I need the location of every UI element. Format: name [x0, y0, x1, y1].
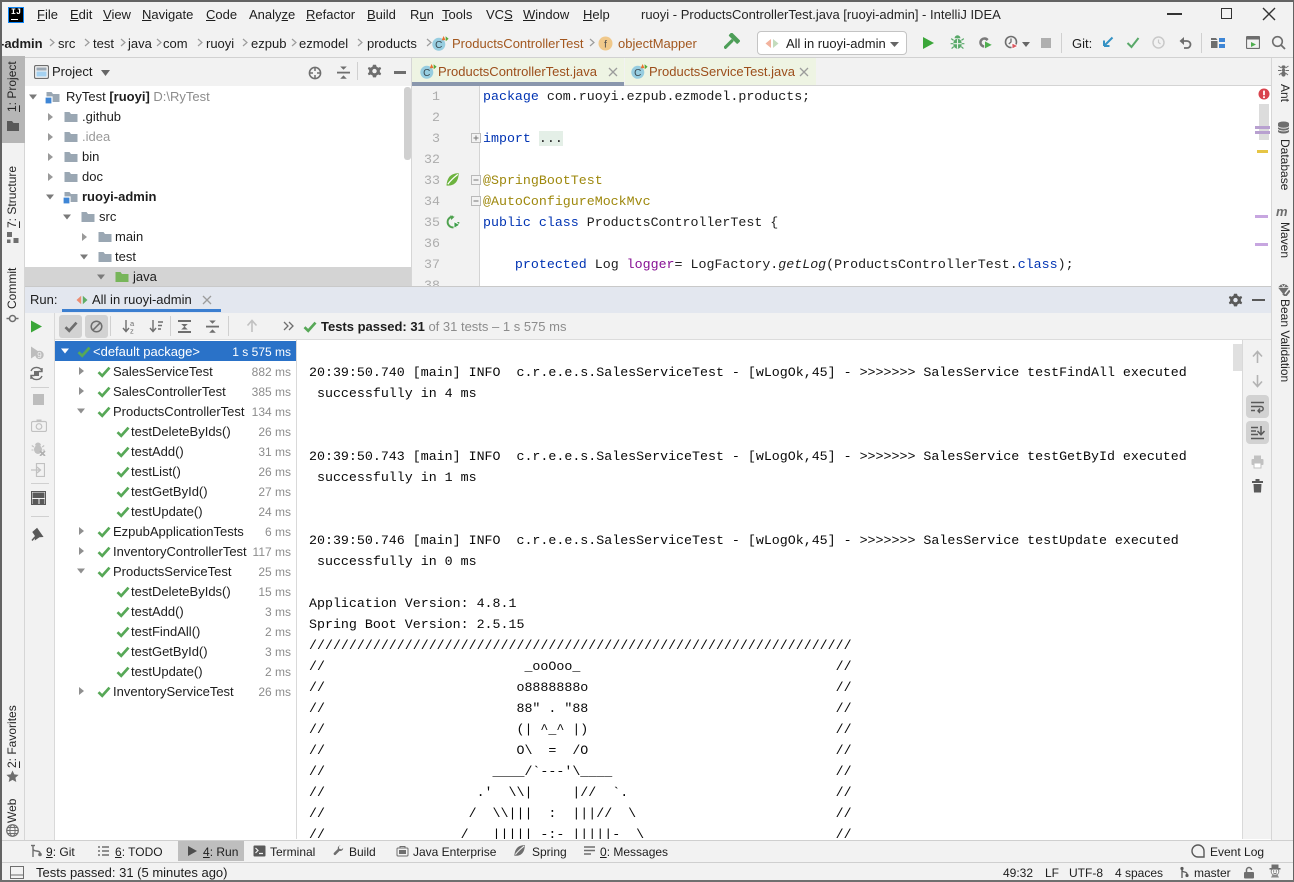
svg-text:f: f	[604, 39, 607, 51]
svg-text:z: z	[130, 327, 134, 335]
svg-text:C: C	[435, 40, 442, 51]
svg-text:C: C	[634, 68, 641, 79]
svg-text:C: C	[423, 68, 430, 79]
svg-text:9: 9	[37, 351, 42, 360]
